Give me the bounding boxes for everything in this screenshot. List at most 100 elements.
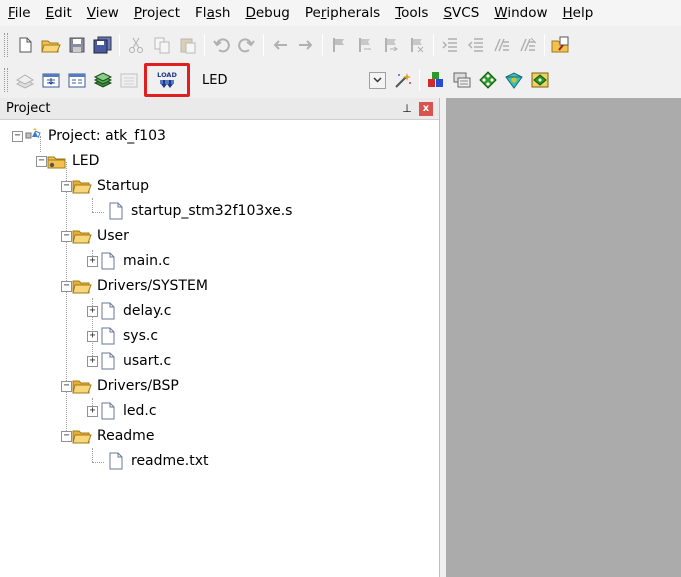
find-in-files-button[interactable] <box>548 32 574 58</box>
download-button[interactable]: LOAD <box>154 67 180 93</box>
project-icon <box>23 127 43 145</box>
manage-project-items-button[interactable] <box>423 67 449 93</box>
collapse-toggle[interactable]: − <box>61 230 72 242</box>
menu-view[interactable]: View <box>79 0 126 26</box>
pin-icon[interactable]: ⊥ <box>399 102 415 115</box>
collapse-toggle[interactable]: − <box>36 155 47 167</box>
navigate-back-button[interactable] <box>267 32 293 58</box>
manage-run-time-environment-button[interactable] <box>475 67 501 93</box>
tree-file[interactable]: + delay.c <box>87 301 171 321</box>
target-dropdown-button[interactable] <box>369 71 386 89</box>
toolbar-separator <box>322 34 323 56</box>
pack-installer-button[interactable] <box>501 67 527 93</box>
software-packs-button[interactable] <box>527 67 553 93</box>
tree-file[interactable]: startup_stm32f103xe.s <box>106 201 292 221</box>
menu-window[interactable]: Window <box>486 0 554 26</box>
options-for-target-button[interactable] <box>390 67 416 93</box>
copy-button[interactable] <box>149 32 175 58</box>
translate-button[interactable] <box>12 67 38 93</box>
toolbar-grip[interactable] <box>4 33 8 57</box>
redo-button[interactable] <box>234 32 260 58</box>
tree-file[interactable]: readme.txt <box>106 451 209 471</box>
tree-group[interactable]: − User <box>61 226 129 246</box>
cut-button[interactable] <box>123 32 149 58</box>
rebuild-button[interactable] <box>64 67 90 93</box>
collapse-toggle[interactable]: − <box>61 280 72 292</box>
open-file-button[interactable] <box>38 32 64 58</box>
menu-peripherals[interactable]: Peripherals <box>297 0 387 26</box>
save-all-button[interactable] <box>90 32 116 58</box>
expand-toggle[interactable]: + <box>87 255 98 267</box>
expand-toggle[interactable]: + <box>87 305 98 317</box>
menu-flash-mnemonic: a <box>206 5 215 21</box>
tree-target[interactable]: − LED <box>36 151 99 171</box>
undo-button[interactable] <box>208 32 234 58</box>
editor-area <box>446 98 681 577</box>
expand-toggle[interactable]: + <box>87 330 98 342</box>
folder-open-icon <box>72 277 92 295</box>
file-name: main.c <box>123 253 171 269</box>
bookmark-prev-icon <box>359 38 371 52</box>
navigate-forward-button[interactable] <box>293 32 319 58</box>
tree-file[interactable]: + usart.c <box>87 351 171 371</box>
tree-connector-line <box>92 198 93 212</box>
expand-toggle[interactable]: + <box>87 355 98 367</box>
menu-peripherals-label: ipherals <box>326 5 381 21</box>
tree-file[interactable]: + main.c <box>87 251 170 271</box>
toolbar-separator <box>433 34 434 56</box>
comment-button[interactable] <box>489 32 515 58</box>
collapse-toggle[interactable]: − <box>61 430 72 442</box>
indent-icon <box>442 38 457 52</box>
expand-toggle[interactable]: + <box>87 405 98 417</box>
menu-help[interactable]: Help <box>555 0 601 26</box>
tree-group[interactable]: − Startup <box>61 176 149 196</box>
toolbar-grip[interactable] <box>4 68 8 92</box>
collapse-toggle[interactable]: − <box>61 380 72 392</box>
close-panel-button[interactable]: x <box>419 101 433 116</box>
tree-file[interactable]: + sys.c <box>87 326 158 346</box>
toolbar-separator <box>119 34 120 56</box>
menu-help-label: elp <box>572 5 594 21</box>
pack-installer-icon <box>505 72 523 89</box>
clear-bookmarks-button[interactable] <box>404 32 430 58</box>
uncomment-button[interactable] <box>515 32 541 58</box>
select-pack-button[interactable] <box>449 67 475 93</box>
collapse-toggle[interactable]: − <box>12 130 23 142</box>
new-file-button[interactable] <box>12 32 38 58</box>
stop-build-button[interactable] <box>116 67 142 93</box>
paste-button[interactable] <box>175 32 201 58</box>
project-panel-title: Project <box>6 101 51 116</box>
target-select[interactable]: LED <box>200 68 390 92</box>
tree-connector-line <box>92 448 93 462</box>
previous-bookmark-button[interactable] <box>352 32 378 58</box>
collapse-toggle[interactable]: − <box>61 180 72 192</box>
menu-flash[interactable]: Flash <box>187 0 237 26</box>
batch-build-button[interactable] <box>90 67 116 93</box>
folder-open-icon <box>72 377 92 395</box>
indent-button[interactable] <box>437 32 463 58</box>
menu-tools[interactable]: Tools <box>387 0 435 26</box>
save-button[interactable] <box>64 32 90 58</box>
menu-tools-label: ools <box>401 5 429 21</box>
menu-svcs[interactable]: SVCS <box>435 0 486 26</box>
menu-debug[interactable]: Debug <box>237 0 296 26</box>
build-toolbar: LOAD LED <box>0 62 681 98</box>
menu-window-mnemonic: W <box>494 5 508 21</box>
menu-edit[interactable]: Edit <box>38 0 79 26</box>
folder-open-icon <box>72 427 92 445</box>
menu-project[interactable]: Project <box>126 0 187 26</box>
group-name: User <box>97 228 129 244</box>
tree-group[interactable]: − Drivers/SYSTEM <box>61 276 208 296</box>
magic-wand-icon <box>395 73 411 88</box>
tree-group[interactable]: − Drivers/BSP <box>61 376 179 396</box>
rebuild-icon <box>68 73 86 88</box>
next-bookmark-button[interactable] <box>378 32 404 58</box>
build-button[interactable] <box>38 67 64 93</box>
insert-bookmark-button[interactable] <box>326 32 352 58</box>
tree-project-root[interactable]: − Project: atk_f103 <box>12 126 166 146</box>
menu-file[interactable]: File <box>0 0 38 26</box>
tree-group[interactable]: − Readme <box>61 426 154 446</box>
unindent-button[interactable] <box>463 32 489 58</box>
tree-file[interactable]: + led.c <box>87 401 157 421</box>
file-name: sys.c <box>123 328 159 344</box>
